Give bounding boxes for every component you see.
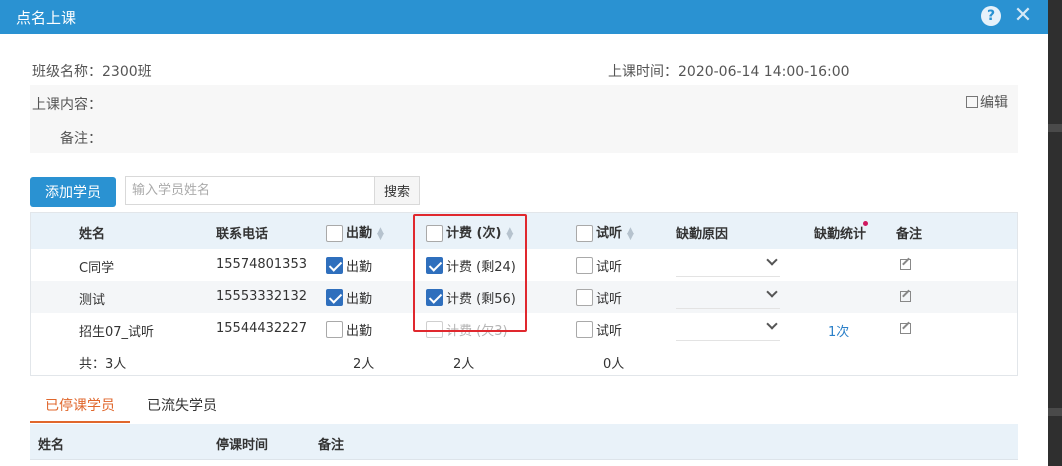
checkbox-unchecked[interactable] (576, 321, 593, 338)
student-name: 测试 (79, 293, 106, 308)
trial-label: 试听 (596, 324, 623, 339)
dialog-title: 点名上课 (16, 9, 77, 27)
attend-all-checkbox[interactable] (326, 225, 343, 242)
sort-icon[interactable]: ▲ ▼ (377, 226, 384, 241)
attend-checkbox[interactable]: 出勤 (326, 288, 372, 307)
highlight-box (413, 214, 527, 332)
backdrop-bar (1048, 124, 1062, 132)
student-phone: 15574801353 (216, 257, 307, 272)
notification-dot (863, 221, 868, 226)
col-stop-time: 停课时间 (216, 438, 269, 453)
edit-link[interactable]: 编辑 (966, 92, 1008, 112)
col-trial-label: 试听 (596, 226, 623, 241)
student-phone: 15553332132 (216, 289, 307, 304)
info-panel: 上课内容： 备注： 编辑 (30, 85, 1018, 153)
attend-label: 出勤 (346, 260, 373, 275)
checkbox-unchecked[interactable] (326, 321, 343, 338)
total-count: 共：3人 (79, 357, 127, 372)
chevron-down-icon (766, 318, 778, 330)
absence-reason-select[interactable] (676, 253, 780, 277)
edit-note-icon[interactable] (900, 291, 911, 302)
trial-checkbox[interactable]: 试听 (576, 320, 622, 339)
absence-reason-select[interactable] (676, 317, 780, 341)
class-name: 班级名称：2300班 (32, 64, 152, 80)
remark-label: 备注： (60, 131, 102, 147)
edit-icon (966, 96, 978, 108)
col-attend-label: 出勤 (346, 226, 373, 241)
checkbox-checked[interactable] (326, 289, 343, 306)
edit-note-icon[interactable] (900, 259, 911, 270)
attend-label: 出勤 (346, 292, 373, 307)
trial-label: 试听 (596, 260, 623, 275)
content-label: 上课内容： (32, 97, 102, 113)
search-button[interactable]: 搜索 (374, 176, 420, 205)
tab-lost[interactable]: 已流失学员 (147, 395, 217, 415)
chevron-down-icon (766, 286, 778, 298)
col-stats: 缺勤统计 (814, 227, 867, 242)
chevron-down-icon (766, 254, 778, 266)
col-name: 姓名 (79, 227, 106, 242)
student-name: C同学 (79, 261, 115, 276)
attend-count: 2人 (353, 357, 375, 372)
checkbox-unchecked[interactable] (576, 257, 593, 274)
sort-icon[interactable]: ▲ ▼ (627, 226, 634, 241)
attend-label: 出勤 (346, 324, 373, 339)
col-phone: 联系电话 (216, 227, 269, 242)
student-tabs: 已停课学员 已流失学员 (30, 390, 1018, 424)
trial-all-checkbox[interactable] (576, 225, 593, 242)
edit-label: 编辑 (980, 95, 1008, 111)
edit-note-icon[interactable] (900, 323, 911, 334)
col-name: 姓名 (38, 438, 65, 453)
help-icon[interactable]: ? (981, 6, 1001, 26)
trial-checkbox[interactable]: 试听 (576, 288, 622, 307)
dialog-titlebar: 点名上课 ? ✕ (0, 0, 1048, 34)
tab-underline (30, 421, 130, 423)
tab-suspended[interactable]: 已停课学员 (45, 395, 115, 415)
backdrop-strip (1048, 0, 1062, 466)
col-attend[interactable]: 出勤 ▲ ▼ (326, 222, 384, 242)
charge-count: 2人 (453, 357, 475, 372)
table-footer: 共：3人 2人 2人 0人 (31, 345, 1017, 377)
search-input[interactable] (125, 176, 375, 205)
absence-reason-select[interactable] (676, 285, 780, 309)
attend-checkbox[interactable]: 出勤 (326, 256, 372, 275)
backdrop-bar (1048, 408, 1062, 416)
col-remark: 备注 (318, 438, 345, 453)
trial-label: 试听 (596, 292, 623, 307)
trial-checkbox[interactable]: 试听 (576, 256, 622, 275)
student-phone: 15544432227 (216, 321, 307, 336)
class-time: 上课时间：2020-06-14 14:00-16:00 (608, 64, 850, 80)
absence-stats[interactable]: 1次 (828, 321, 849, 340)
col-trial[interactable]: 试听 ▲ ▼ (576, 222, 634, 242)
col-reason: 缺勤原因 (676, 227, 729, 242)
student-name: 招生07_试听 (79, 325, 155, 340)
trial-count: 0人 (603, 357, 625, 372)
col-remark: 备注 (896, 227, 923, 242)
add-student-button[interactable]: 添加学员 (30, 177, 116, 207)
checkbox-unchecked[interactable] (576, 289, 593, 306)
checkbox-checked[interactable] (326, 257, 343, 274)
close-icon[interactable]: ✕ (1013, 4, 1033, 28)
attendance-dialog: 点名上课 ? ✕ 班级名称：2300班 上课时间：2020-06-14 14:0… (0, 0, 1048, 466)
suspended-table-header: 姓名 停课时间 备注 (30, 424, 1018, 460)
attend-checkbox[interactable]: 出勤 (326, 320, 372, 339)
